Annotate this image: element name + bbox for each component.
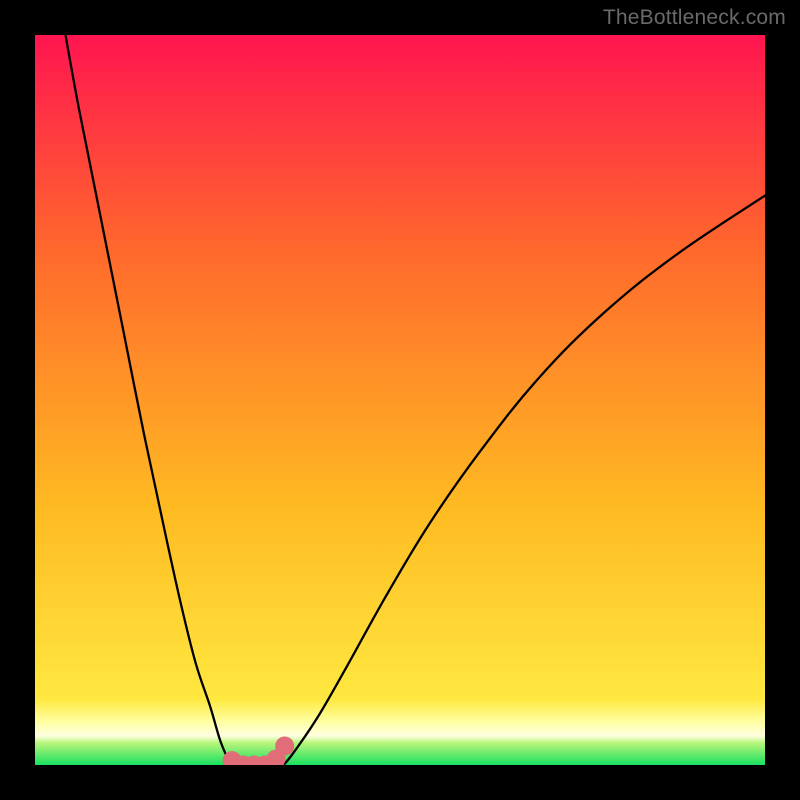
gradient-background	[35, 35, 765, 765]
watermark-label: TheBottleneck.com	[603, 6, 786, 30]
chart-frame: TheBottleneck.com	[0, 0, 800, 800]
bottleneck-chart	[0, 0, 800, 800]
valley-marker	[275, 737, 294, 756]
